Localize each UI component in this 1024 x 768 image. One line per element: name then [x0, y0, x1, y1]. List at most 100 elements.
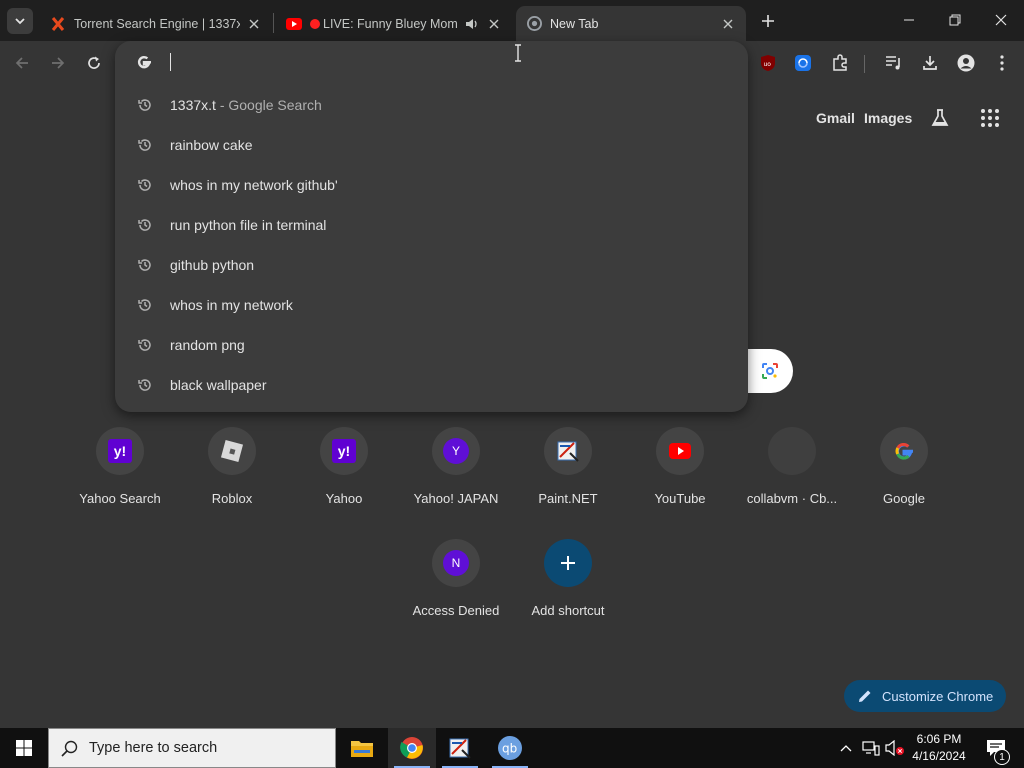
tab-strip: Torrent Search Engine | 1337x.to LIVE: F… [0, 0, 1024, 41]
suggestion-item[interactable]: whos in my network [115, 285, 748, 325]
taskbar-qbittorrent[interactable]: qb [486, 728, 534, 768]
back-button[interactable] [8, 49, 36, 77]
shortcut-yahoo[interactable]: y! Yahoo [288, 427, 400, 506]
close-icon[interactable] [246, 16, 262, 32]
google-icon [880, 427, 928, 475]
address-bar[interactable] [115, 41, 748, 83]
notification-center-button[interactable]: 1 [976, 728, 1016, 768]
speaker-icon[interactable] [464, 16, 480, 32]
images-link[interactable]: Images [864, 110, 912, 126]
close-window-button[interactable] [978, 0, 1024, 40]
downloads-button[interactable] [916, 49, 944, 77]
music-queue-icon [886, 56, 900, 70]
chevron-up-icon [840, 745, 852, 752]
youtube-icon [286, 16, 302, 32]
google-lens-icon [761, 363, 778, 379]
tab-new-tab[interactable]: New Tab [516, 6, 746, 41]
shortcut-collabvm[interactable]: collabvm · Cb... [736, 427, 848, 506]
suggestion-item[interactable]: 1337x.t - Google Search [115, 85, 748, 125]
letter-n-icon: N [432, 539, 480, 587]
show-hidden-icons-button[interactable] [836, 728, 856, 768]
clock[interactable]: 6:06 PM 4/16/2024 [906, 731, 972, 765]
svg-text:uo: uo [764, 61, 772, 68]
text-cursor [170, 53, 171, 71]
tab-divider [273, 13, 274, 33]
google-apps-button[interactable] [980, 108, 1002, 130]
shortcut-label: Google [883, 491, 925, 506]
suggestion-hint: - Google Search [215, 97, 322, 113]
windows-logo-icon [16, 740, 32, 756]
forward-button[interactable] [44, 49, 72, 77]
roblox-icon [208, 427, 256, 475]
new-tab-button[interactable] [756, 9, 780, 33]
chevron-down-icon [15, 18, 25, 25]
yahoo-icon: y! [96, 427, 144, 475]
tab-bluey-live[interactable]: LIVE: Funny Bluey Moments [276, 6, 512, 41]
suggestion-item[interactable]: whos in my network github' [115, 165, 748, 205]
apps-grid-icon [981, 109, 999, 127]
restore-button[interactable] [932, 0, 978, 40]
taskbar-search-box[interactable]: Type here to search [48, 728, 336, 768]
start-button[interactable] [0, 728, 48, 768]
tab-title: New Tab [550, 16, 599, 31]
history-icon [138, 339, 151, 351]
lens-search-button[interactable] [746, 349, 793, 393]
close-icon[interactable] [720, 16, 736, 32]
gmail-link[interactable]: Gmail [816, 110, 855, 126]
shortcut-yahoo-search[interactable]: y! Yahoo Search [64, 427, 176, 506]
customize-label: Customize Chrome [882, 688, 994, 704]
suggestion-text: rainbow cake [170, 137, 253, 153]
suggestion-item[interactable]: rainbow cake [115, 125, 748, 165]
suggestion-text: random png [170, 337, 245, 353]
avatar-icon [957, 54, 975, 72]
menu-button[interactable] [988, 49, 1016, 77]
suggestion-text: github python [170, 257, 255, 273]
profile-button[interactable] [952, 49, 980, 77]
suggestion-item[interactable]: random png [115, 325, 748, 365]
tab-1337x[interactable]: Torrent Search Engine | 1337x.to [40, 6, 272, 41]
tab-search-button[interactable] [7, 8, 33, 34]
qbittorrent-icon: qb [498, 736, 522, 760]
shortcut-label: Yahoo [325, 491, 363, 506]
restore-icon [949, 14, 961, 26]
close-icon[interactable] [486, 16, 502, 32]
arrow-right-icon [52, 57, 65, 69]
shortcut-youtube[interactable]: YouTube [624, 427, 736, 506]
extensions-button[interactable] [826, 49, 854, 77]
yahoo-icon: y! [320, 427, 368, 475]
suggestion-text: 1337x.t [170, 97, 216, 113]
suggestion-item[interactable]: black wallpaper [115, 365, 748, 405]
sync-extension-button[interactable] [789, 49, 817, 77]
history-icon [138, 99, 151, 111]
suggestion-item[interactable]: github python [115, 245, 748, 285]
reload-button[interactable] [80, 49, 108, 77]
shortcut-yahoo-japan[interactable]: Y Yahoo! JAPAN [400, 427, 512, 506]
shortcut-label: Access Denied [412, 603, 500, 618]
customize-chrome-button[interactable]: Customize Chrome [844, 680, 1006, 712]
taskbar-file-explorer[interactable] [338, 728, 386, 768]
taskbar-chrome[interactable] [388, 728, 436, 768]
chrome-icon [400, 737, 423, 759]
volume-status[interactable] [884, 728, 906, 768]
youtube-icon [656, 427, 704, 475]
shortcut-google[interactable]: Google [848, 427, 960, 506]
blank-icon [768, 427, 816, 475]
shortcut-paint-net[interactable]: Paint.NET [512, 427, 624, 506]
live-dot-icon [310, 18, 320, 29]
media-controls-button[interactable] [880, 49, 908, 77]
minimize-button[interactable] [886, 0, 932, 40]
add-shortcut-button[interactable]: Add shortcut [512, 539, 624, 618]
labs-button[interactable] [930, 108, 952, 130]
ublock-extension-button[interactable]: uo [754, 49, 782, 77]
pencil-icon [859, 690, 871, 702]
taskbar-search-placeholder: Type here to search [89, 740, 218, 756]
sync-extension-icon [795, 55, 811, 71]
taskbar-paint-net[interactable] [436, 728, 484, 768]
history-icon [138, 139, 151, 151]
clock-date: 4/16/2024 [912, 749, 966, 763]
shortcut-access-denied[interactable]: N Access Denied [400, 539, 512, 618]
network-status[interactable] [860, 728, 882, 768]
suggestion-item[interactable]: run python file in terminal [115, 205, 748, 245]
ublock-icon: uo [761, 55, 775, 71]
shortcut-roblox[interactable]: Roblox [176, 427, 288, 506]
